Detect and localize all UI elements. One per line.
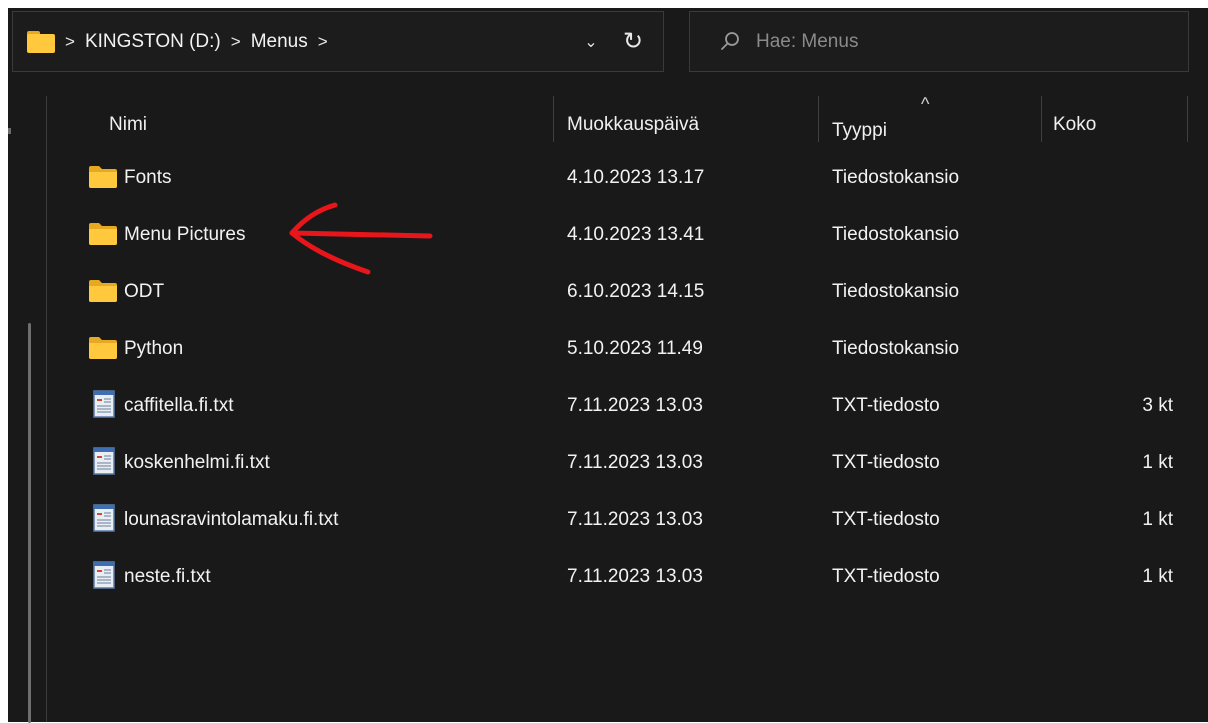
file-size: 1 kt	[1142, 508, 1173, 530]
folder-row[interactable]: ODT 6.10.2023 14.15 Tiedostokansio	[48, 263, 1198, 320]
file-type: Tiedostokansio	[832, 337, 960, 359]
file-explorer-window: > KINGSTON (D:) > Menus > ⌄ ↻ Nimi Muokk…	[8, 8, 1208, 723]
file-row[interactable]: neste.fi.txt 7.11.2023 13.03 TXT-tiedosto 1…	[48, 548, 1198, 605]
address-bar[interactable]: > KINGSTON (D:) > Menus > ⌄ ↻	[12, 11, 664, 72]
folder-icon	[89, 223, 117, 245]
file-row[interactable]: koskenhelmi.fi.txt 7.11.2023 13.03 TXT-tie…	[48, 434, 1198, 491]
folder-icon	[89, 280, 117, 302]
breadcrumb-separator[interactable]: >	[231, 32, 241, 52]
column-header-modified[interactable]: Muokkauspäivä	[567, 96, 699, 154]
breadcrumb-separator[interactable]: >	[65, 32, 75, 52]
column-resize-handle[interactable]	[553, 96, 554, 142]
file-size: 1 kt	[1142, 565, 1173, 587]
chevron-down-icon[interactable]: ⌄	[571, 32, 611, 52]
search-box[interactable]	[689, 11, 1189, 72]
nav-pane-marker	[8, 128, 11, 134]
file-type: Tiedostokansio	[832, 166, 960, 188]
search-input[interactable]	[754, 29, 1138, 54]
file-name: koskenhelmi.fi.txt	[124, 451, 270, 473]
file-size	[1053, 206, 1173, 263]
folder-icon	[27, 30, 55, 53]
column-resize-handle[interactable]	[1187, 96, 1188, 142]
file-size: 1 kt	[1142, 451, 1173, 473]
text-file-icon	[93, 390, 115, 418]
file-name: caffitella.fi.txt	[124, 394, 234, 416]
file-modified-date: 5.10.2023 11.49	[567, 337, 703, 359]
folder-row[interactable]: Fonts 4.10.2023 13.17 Tiedostokansio	[48, 149, 1198, 206]
file-type: Tiedostokansio	[832, 280, 960, 302]
text-file-icon	[93, 504, 115, 532]
file-modified-date: 7.11.2023 13.03	[567, 565, 703, 587]
file-name: neste.fi.txt	[124, 565, 211, 587]
column-header-row: Nimi Muokkauspäivä Tyyppi ^ Koko	[48, 94, 1198, 154]
text-file-icon	[93, 447, 115, 475]
breadcrumb-separator[interactable]: >	[318, 32, 328, 52]
file-modified-date: 7.11.2023 13.03	[567, 451, 703, 473]
breadcrumb-menus[interactable]: Menus	[251, 31, 308, 53]
column-resize-handle[interactable]	[1041, 96, 1042, 142]
file-size	[1053, 263, 1173, 320]
folder-icon	[89, 337, 117, 359]
file-type: TXT-tiedosto	[832, 565, 940, 587]
refresh-button[interactable]: ↻	[611, 20, 655, 64]
folder-row[interactable]: Menu Pictures 4.10.2023 13.41 Tiedostokans…	[48, 206, 1198, 263]
folder-row[interactable]: Python 5.10.2023 11.49 Tiedostokansio	[48, 320, 1198, 377]
file-name: Python	[124, 337, 184, 359]
file-size: 3 kt	[1142, 394, 1173, 416]
file-type: Tiedostokansio	[832, 223, 960, 245]
file-row[interactable]: caffitella.fi.txt 7.11.2023 13.03 TXT-tied…	[48, 377, 1198, 434]
file-type: TXT-tiedosto	[832, 451, 940, 473]
breadcrumb-drive[interactable]: KINGSTON (D:)	[85, 31, 221, 53]
file-size	[1053, 320, 1173, 377]
file-type: TXT-tiedosto	[832, 394, 940, 416]
search-icon	[721, 31, 739, 50]
file-name: Menu Pictures	[124, 223, 246, 245]
file-type: TXT-tiedosto	[832, 508, 940, 530]
column-header-name[interactable]: Nimi	[109, 96, 147, 154]
column-header-size[interactable]: Koko	[1053, 96, 1096, 154]
text-file-icon	[93, 561, 115, 589]
folder-icon	[89, 166, 117, 188]
file-modified-date: 7.11.2023 13.03	[567, 394, 703, 416]
file-name: lounasravintolamaku.fi.txt	[124, 508, 339, 530]
file-size	[1053, 149, 1173, 206]
file-name: ODT	[124, 280, 165, 302]
file-name: Fonts	[124, 166, 172, 188]
file-modified-date: 4.10.2023 13.17	[567, 166, 705, 188]
navigation-pane-divider[interactable]	[46, 96, 47, 722]
column-resize-handle[interactable]	[818, 96, 819, 142]
file-modified-date: 4.10.2023 13.41	[567, 223, 705, 245]
sort-ascending-icon: ^	[921, 94, 930, 114]
file-modified-date: 6.10.2023 14.15	[567, 280, 705, 302]
navigation-pane-scrollbar[interactable]	[28, 323, 31, 723]
file-row[interactable]: lounasravintolamaku.fi.txt 7.11.2023 13.0…	[48, 491, 1198, 548]
file-modified-date: 7.11.2023 13.03	[567, 508, 703, 530]
